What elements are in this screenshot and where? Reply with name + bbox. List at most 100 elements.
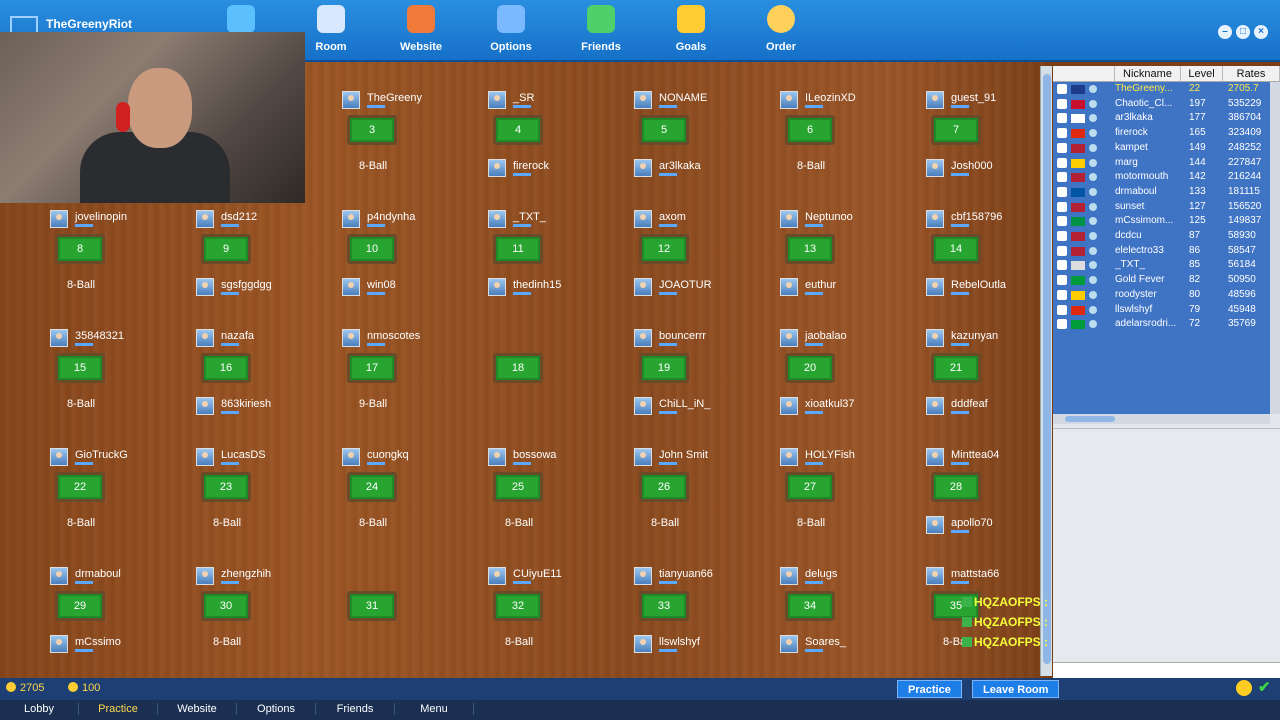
avatar[interactable] (342, 278, 360, 296)
avatar[interactable] (926, 91, 944, 109)
avatar[interactable] (196, 210, 214, 228)
player-name[interactable]: win08 (367, 279, 396, 291)
user-row[interactable]: llswlshyf 79 45948 (1053, 303, 1270, 318)
player-name[interactable]: HOLYFish (805, 449, 855, 461)
player-name[interactable]: firerock (513, 160, 549, 172)
avatar[interactable] (196, 567, 214, 585)
pool-table[interactable]: 30 (201, 591, 251, 621)
pool-table[interactable]: 34 (785, 591, 835, 621)
user-row[interactable]: Gold Fever 82 50950 (1053, 273, 1270, 288)
pool-table[interactable]: 26 (639, 472, 689, 502)
avatar[interactable] (634, 567, 652, 585)
player-name[interactable]: delugs (805, 568, 837, 580)
avatar[interactable] (342, 448, 360, 466)
avatar[interactable] (342, 329, 360, 347)
nav-goals[interactable]: Goals (646, 0, 736, 60)
user-row[interactable]: drmaboul 133 181115 (1053, 185, 1270, 200)
tab-friends[interactable]: Friends (316, 703, 395, 715)
avatar[interactable] (926, 567, 944, 585)
user-row[interactable]: firerock 165 323409 (1053, 126, 1270, 141)
pool-table[interactable]: 10 (347, 234, 397, 264)
player-name[interactable]: John Smit (659, 449, 708, 461)
minimize-icon[interactable]: – (1218, 25, 1232, 39)
tab-options[interactable]: Options (237, 703, 316, 715)
pool-table[interactable]: 22 (55, 472, 105, 502)
pool-table[interactable]: 31 (347, 591, 397, 621)
pool-table[interactable]: 8 (55, 234, 105, 264)
avatar[interactable] (488, 448, 506, 466)
avatar[interactable] (634, 278, 652, 296)
tab-lobby[interactable]: Lobby (0, 703, 79, 715)
player-name[interactable]: drmaboul (75, 568, 121, 580)
player-name[interactable]: 863kiriesh (221, 398, 271, 410)
player-name[interactable]: jovelinopin (75, 211, 127, 223)
user-row[interactable]: motormouth 142 216244 (1053, 170, 1270, 185)
player-name[interactable]: ChiLL_iN_ (659, 398, 710, 410)
avatar[interactable] (488, 210, 506, 228)
player-name[interactable]: apollo70 (951, 517, 993, 529)
userlist-scrollbar[interactable] (1270, 82, 1280, 414)
avatar[interactable] (926, 159, 944, 177)
avatar[interactable] (634, 635, 652, 653)
chat-input[interactable] (1053, 662, 1280, 678)
avatar[interactable] (196, 397, 214, 415)
close-icon[interactable]: × (1254, 25, 1268, 39)
avatar[interactable] (926, 516, 944, 534)
avatar[interactable] (488, 278, 506, 296)
leave-room-button[interactable]: Leave Room (972, 680, 1060, 698)
player-name[interactable]: LucasDS (221, 449, 266, 461)
player-name[interactable]: Minttea04 (951, 449, 999, 461)
player-name[interactable]: ILeozinXD (805, 92, 856, 104)
user-row[interactable]: dcdcu 87 58930 (1053, 229, 1270, 244)
nav-order[interactable]: Order (736, 0, 826, 60)
tab-website[interactable]: Website (158, 703, 237, 715)
pool-table[interactable]: 5 (639, 115, 689, 145)
avatar[interactable] (926, 278, 944, 296)
player-name[interactable]: axom (659, 211, 686, 223)
player-name[interactable]: 35848321 (75, 330, 124, 342)
user-row[interactable]: Chaotic_Cl... 197 535229 (1053, 97, 1270, 112)
avatar[interactable] (634, 210, 652, 228)
player-name[interactable]: _TXT_ (513, 211, 546, 223)
avatar[interactable] (780, 210, 798, 228)
user-row[interactable]: adelarsrodri... 72 35769 (1053, 317, 1270, 332)
player-name[interactable]: mCssimo (75, 636, 121, 648)
avatar[interactable] (780, 329, 798, 347)
player-name[interactable]: euthur (805, 279, 836, 291)
avatar[interactable] (634, 448, 652, 466)
avatar[interactable] (926, 397, 944, 415)
avatar[interactable] (50, 329, 68, 347)
avatar[interactable] (488, 91, 506, 109)
pool-table[interactable]: 9 (201, 234, 251, 264)
player-name[interactable]: xioatkul37 (805, 398, 855, 410)
user-row[interactable]: _TXT_ 85 56184 (1053, 258, 1270, 273)
avatar[interactable] (780, 397, 798, 415)
avatar[interactable] (634, 329, 652, 347)
pool-table[interactable]: 23 (201, 472, 251, 502)
pool-table[interactable]: 24 (347, 472, 397, 502)
player-name[interactable]: GioTruckG (75, 449, 128, 461)
pool-table[interactable]: 14 (931, 234, 981, 264)
player-name[interactable]: RebelOutla (951, 279, 1006, 291)
restore-icon[interactable]: □ (1236, 25, 1250, 39)
pool-table[interactable]: 25 (493, 472, 543, 502)
user-row[interactable]: ar3lkaka 177 386704 (1053, 111, 1270, 126)
pool-table[interactable]: 20 (785, 353, 835, 383)
hscroll-thumb[interactable] (1065, 416, 1115, 422)
avatar[interactable] (50, 567, 68, 585)
user-row[interactable]: kampet 149 248252 (1053, 141, 1270, 156)
player-name[interactable]: sgsfggdgg (221, 279, 272, 291)
userlist-hscrollbar[interactable] (1053, 414, 1270, 424)
avatar[interactable] (926, 448, 944, 466)
nav-website[interactable]: Website (376, 0, 466, 60)
player-name[interactable]: llswlshyf (659, 636, 700, 648)
avatar[interactable] (780, 278, 798, 296)
player-name[interactable]: JOAOTUR (659, 279, 712, 291)
player-name[interactable]: bouncerrr (659, 330, 706, 342)
avatar[interactable] (634, 159, 652, 177)
pool-table[interactable]: 17 (347, 353, 397, 383)
pool-table[interactable]: 27 (785, 472, 835, 502)
avatar[interactable] (50, 210, 68, 228)
player-name[interactable]: cuongkq (367, 449, 409, 461)
check-icon[interactable]: ✔ (1258, 678, 1271, 696)
